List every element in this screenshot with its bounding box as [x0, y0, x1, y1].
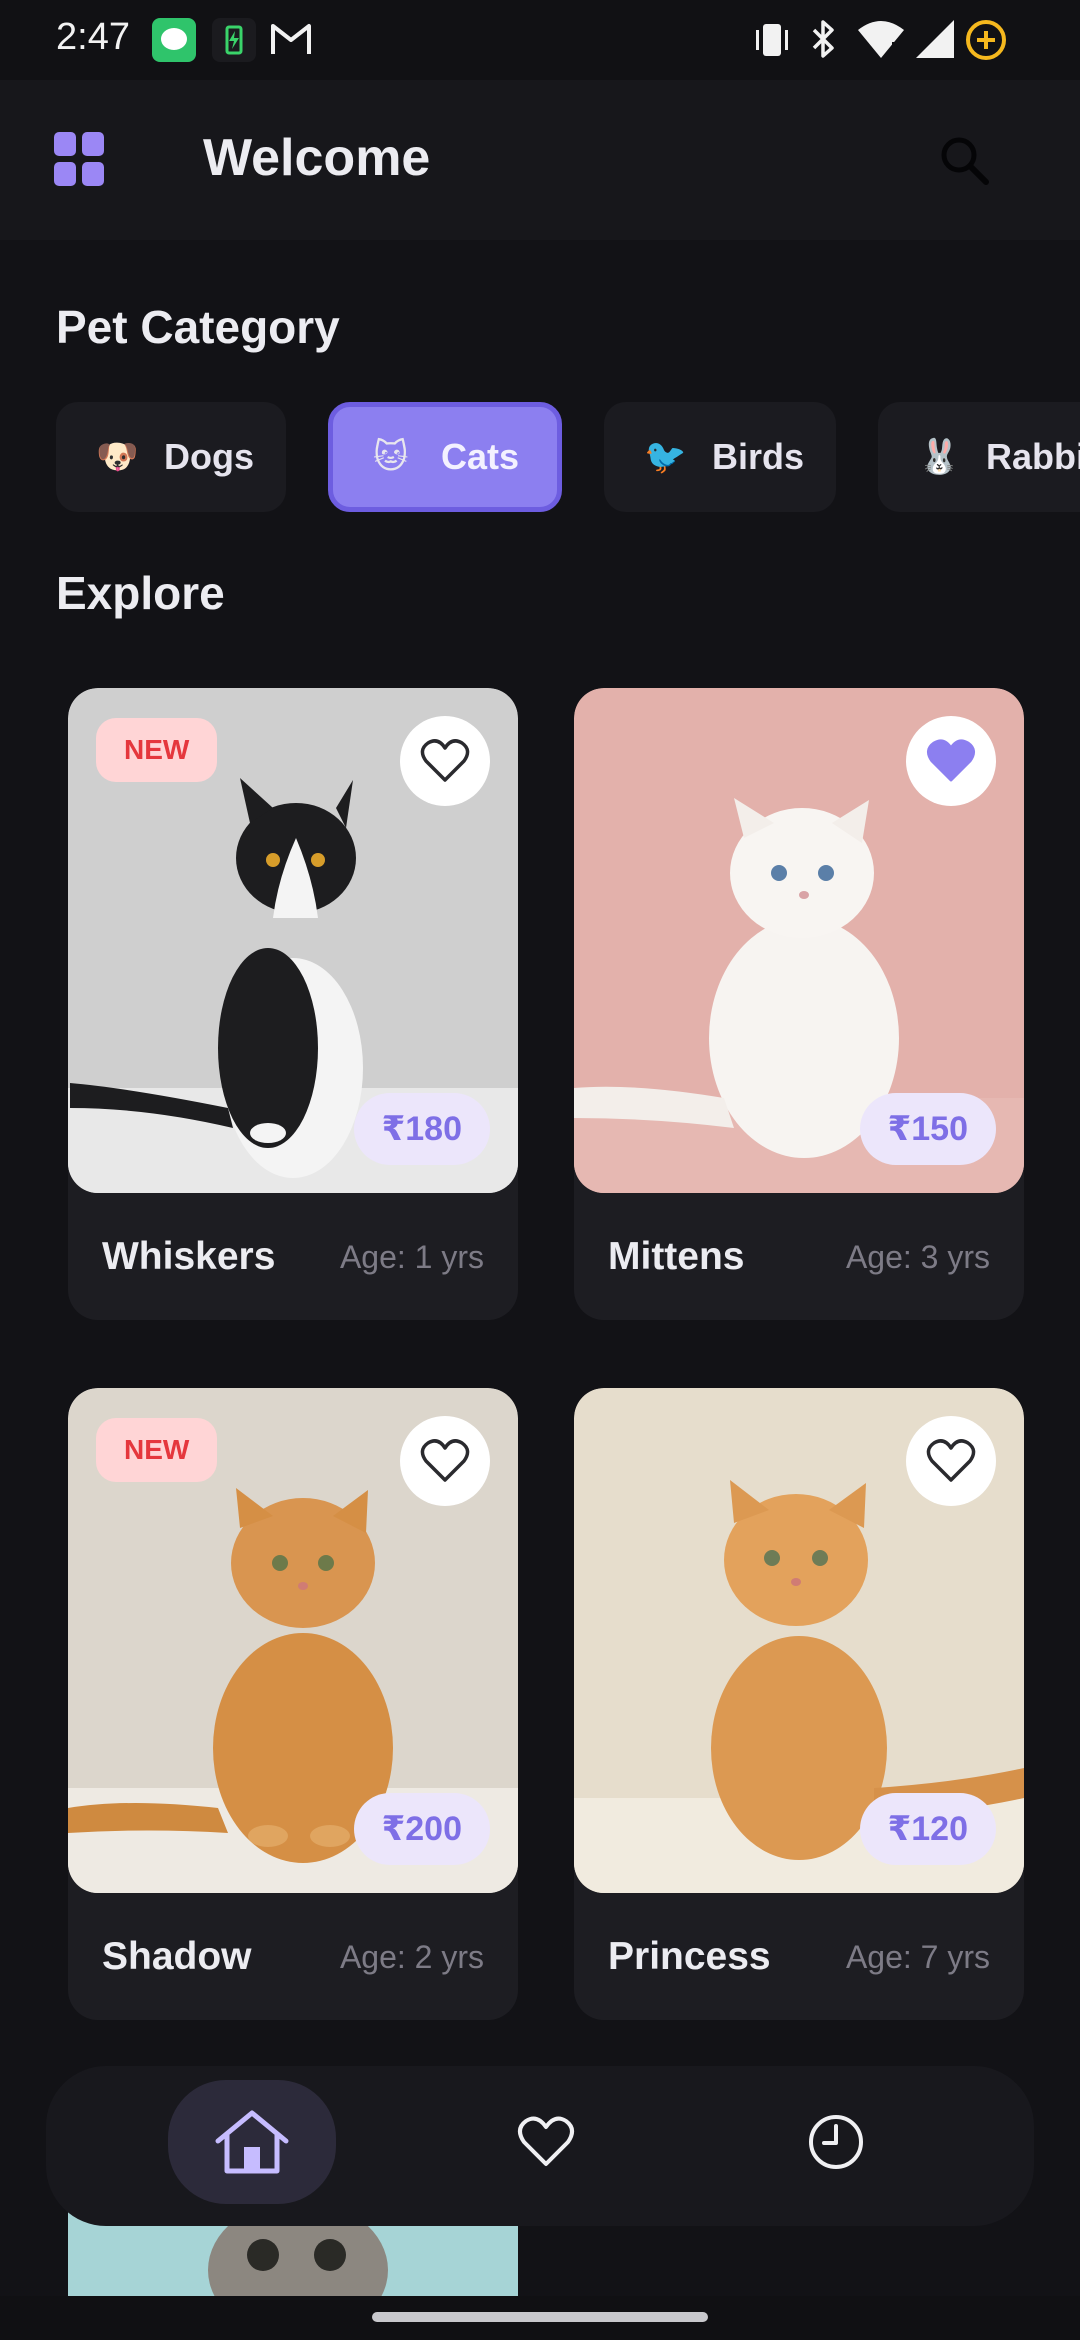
favorite-button[interactable]	[906, 716, 996, 806]
status-bar: 2:47	[0, 0, 1080, 80]
bird-emoji-icon: 🐦	[644, 438, 687, 476]
pet-name: Whiskers	[102, 1235, 276, 1278]
gmail-icon	[271, 24, 311, 54]
chip-cats[interactable]: 🐱 Cats	[328, 402, 562, 512]
chip-label: Birds	[712, 436, 805, 477]
cat-emoji-icon: 🐱	[373, 438, 409, 476]
data-saver-icon	[966, 20, 1006, 60]
battery-charging-icon	[212, 18, 256, 62]
wifi-icon	[858, 21, 904, 58]
pet-card[interactable]: NEW ₹200 Shadow Age: 2 yrs	[68, 1388, 518, 2020]
pet-name: Mittens	[608, 1235, 745, 1278]
bottom-navigation	[46, 2066, 1034, 2226]
new-badge: NEW	[96, 718, 218, 782]
price-tag: ₹200	[353, 1793, 490, 1865]
heart-outline-icon	[926, 1439, 976, 1482]
vibrate-icon	[756, 24, 788, 56]
heart-icon	[518, 2116, 574, 2166]
pet-category-title: Pet Category	[56, 301, 340, 353]
search-icon[interactable]	[936, 132, 992, 188]
rabbit-emoji-icon: 🐰	[918, 438, 961, 476]
favorite-button[interactable]	[400, 716, 490, 806]
signal-icon	[916, 20, 954, 58]
pet-age: Age: 1 yrs	[339, 1239, 484, 1275]
chip-birds[interactable]: 🐦 Birds	[604, 402, 836, 512]
nav-home[interactable]	[168, 2080, 336, 2204]
bluetooth-icon	[812, 20, 834, 58]
category-chip-list: 🐶 Dogs 🐱 Cats 🐦 Birds 🐰 Rabbits	[0, 400, 1080, 514]
app-header: Welcome	[0, 80, 1080, 240]
pet-age: Age: 3 yrs	[845, 1239, 990, 1275]
explore-title: Explore	[56, 567, 225, 619]
home-icon	[215, 2110, 289, 2174]
chip-label: Rabbits	[986, 436, 1080, 477]
status-time: 2:47	[56, 16, 130, 58]
clock-icon	[809, 2115, 863, 2169]
nav-favorites[interactable]	[462, 2080, 630, 2204]
price-tag: ₹180	[353, 1093, 490, 1165]
pet-age: Age: 2 yrs	[339, 1939, 484, 1975]
price-tag: ₹150	[859, 1093, 996, 1165]
nav-history[interactable]	[752, 2080, 920, 2204]
pet-name: Princess	[608, 1935, 771, 1978]
new-badge: NEW	[96, 1418, 218, 1482]
pet-card[interactable]: ₹120 Princess Age: 7 yrs	[574, 1388, 1024, 2020]
pet-name: Shadow	[102, 1935, 252, 1978]
heart-outline-icon	[420, 739, 470, 782]
messages-app-icon	[152, 18, 196, 62]
menu-grid-icon[interactable]	[54, 132, 104, 186]
heart-outline-icon	[420, 1439, 470, 1482]
home-gesture-bar[interactable]	[372, 2312, 708, 2322]
favorite-button[interactable]	[906, 1416, 996, 1506]
dog-emoji-icon: 🐶	[96, 438, 139, 476]
pet-age: Age: 7 yrs	[845, 1939, 990, 1975]
price-tag: ₹120	[859, 1793, 996, 1865]
pet-card[interactable]: NEW ₹180 Whiskers Age: 1 yrs	[68, 688, 518, 1320]
pet-card[interactable]: ₹150 Mittens Age: 3 yrs	[574, 688, 1024, 1320]
page-title: Welcome	[203, 129, 431, 187]
chip-label: Dogs	[164, 436, 254, 477]
heart-filled-icon	[927, 739, 975, 782]
chip-rabbits[interactable]: 🐰 Rabbits	[878, 402, 1080, 512]
chip-dogs[interactable]: 🐶 Dogs	[56, 402, 286, 512]
favorite-button[interactable]	[400, 1416, 490, 1506]
chip-label: Cats	[441, 436, 520, 477]
